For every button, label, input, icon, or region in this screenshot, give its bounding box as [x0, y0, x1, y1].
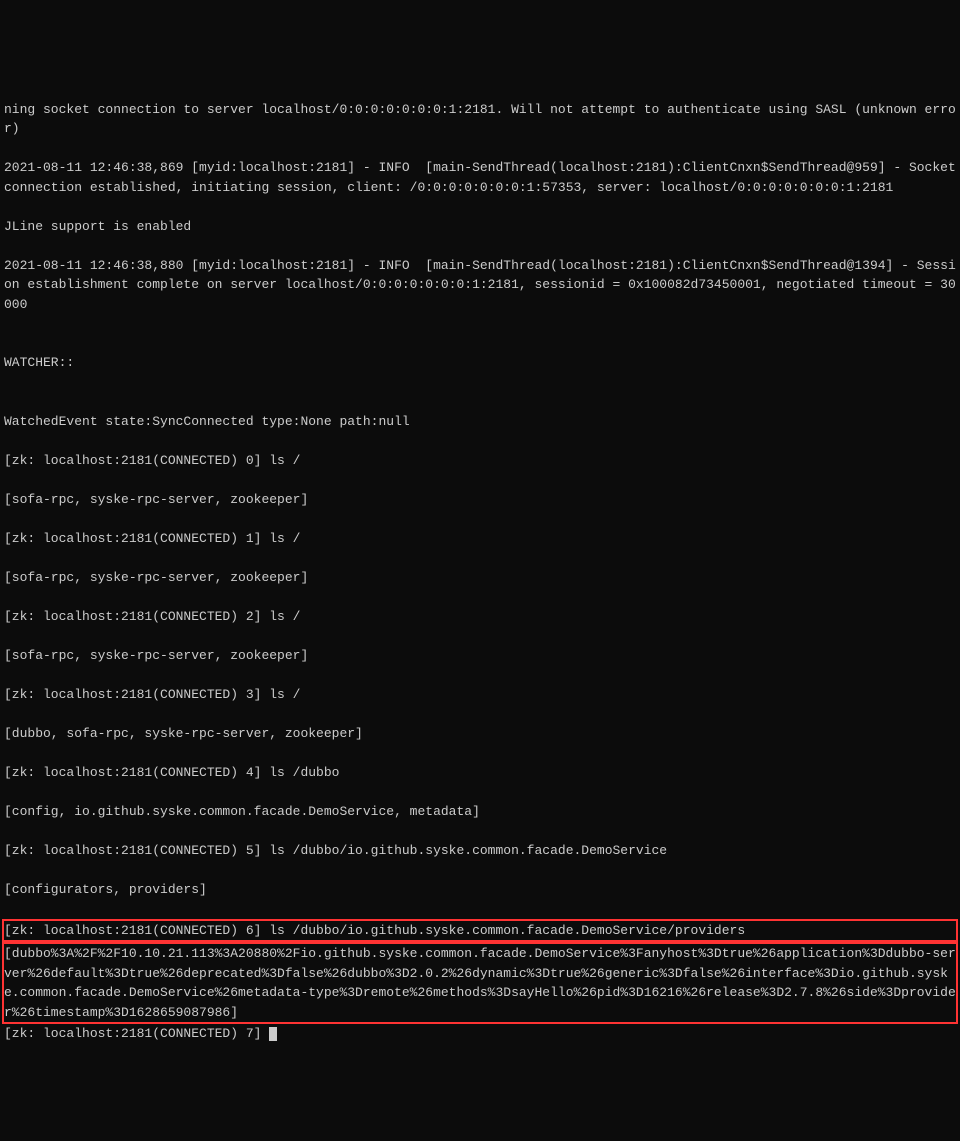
log-line: 2021-08-11 12:46:38,880 [myid:localhost:… — [4, 256, 956, 315]
zk-output-line: [configurators, providers] — [4, 880, 956, 900]
terminal-output[interactable]: ning socket connection to server localho… — [4, 80, 956, 1044]
zk-output-line-highlighted: [dubbo%3A%2F%2F10.10.21.113%3A20880%2Fio… — [4, 944, 956, 1022]
log-line: JLine support is enabled — [4, 217, 956, 237]
zk-prompt-line: [zk: localhost:2181(CONNECTED) 1] ls / — [4, 529, 956, 549]
zk-prompt-line: [zk: localhost:2181(CONNECTED) 2] ls / — [4, 607, 956, 627]
zk-output-line: [sofa-rpc, syske-rpc-server, zookeeper] — [4, 568, 956, 588]
zk-prompt-line: [zk: localhost:2181(CONNECTED) 0] ls / — [4, 451, 956, 471]
zk-output-line: [sofa-rpc, syske-rpc-server, zookeeper] — [4, 490, 956, 510]
log-line: ning socket connection to server localho… — [4, 100, 956, 139]
log-line: WatchedEvent state:SyncConnected type:No… — [4, 412, 956, 432]
zk-prompt-line: [zk: localhost:2181(CONNECTED) 5] ls /du… — [4, 841, 956, 861]
zk-prompt-current: [zk: localhost:2181(CONNECTED) 7] — [4, 1026, 269, 1041]
zk-output-line: [dubbo, sofa-rpc, syske-rpc-server, zook… — [4, 724, 956, 744]
log-line: WATCHER:: — [4, 353, 956, 373]
zk-output-line: [sofa-rpc, syske-rpc-server, zookeeper] — [4, 646, 956, 666]
highlighted-output-box: [dubbo%3A%2F%2F10.10.21.113%3A20880%2Fio… — [2, 942, 958, 1024]
log-line: 2021-08-11 12:46:38,869 [myid:localhost:… — [4, 158, 956, 197]
zk-output-line: [config, io.github.syske.common.facade.D… — [4, 802, 956, 822]
zk-prompt-line-highlighted: [zk: localhost:2181(CONNECTED) 6] ls /du… — [4, 921, 956, 941]
zk-prompt-line: [zk: localhost:2181(CONNECTED) 3] ls / — [4, 685, 956, 705]
highlighted-command-box: [zk: localhost:2181(CONNECTED) 6] ls /du… — [2, 919, 958, 943]
cursor-icon — [269, 1027, 277, 1041]
zk-prompt-line: [zk: localhost:2181(CONNECTED) 4] ls /du… — [4, 763, 956, 783]
